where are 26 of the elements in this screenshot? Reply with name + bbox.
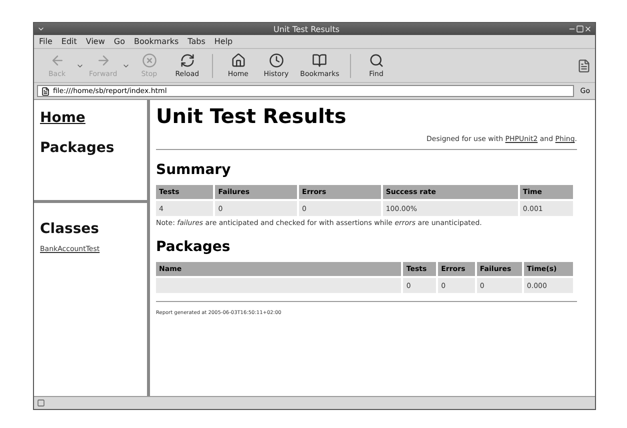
page-icon <box>41 86 50 96</box>
search-icon <box>368 53 384 68</box>
sidebar-heading[interactable]: Home <box>40 110 141 126</box>
window-title: Unit Test Results <box>272 24 340 34</box>
menu-item[interactable]: Tabs <box>188 37 206 46</box>
menu-item[interactable]: Edit <box>61 37 77 46</box>
book-icon <box>312 53 328 68</box>
menu-item[interactable]: Go <box>114 37 125 46</box>
sidebar-heading: Packages <box>40 140 116 156</box>
status-icon <box>37 399 45 407</box>
page-title: Unit Test Results <box>156 104 348 128</box>
menu-item[interactable]: View <box>86 37 105 46</box>
house-icon <box>230 53 246 68</box>
maximize-icon[interactable] <box>576 25 584 33</box>
stop-icon <box>142 53 157 68</box>
menu-item[interactable]: Bookmarks <box>134 37 179 46</box>
section-heading: Summary <box>156 162 232 178</box>
menu-item[interactable]: File <box>39 37 52 46</box>
arrow-right-icon <box>96 53 111 68</box>
section-heading: Packages <box>156 239 232 255</box>
clock-icon <box>268 53 284 68</box>
reload-icon <box>180 53 195 68</box>
sidebar-heading: Classes <box>40 221 100 237</box>
window-menu-icon[interactable] <box>37 25 45 33</box>
menu-item[interactable]: Help <box>214 37 233 46</box>
close-icon[interactable] <box>584 25 592 33</box>
